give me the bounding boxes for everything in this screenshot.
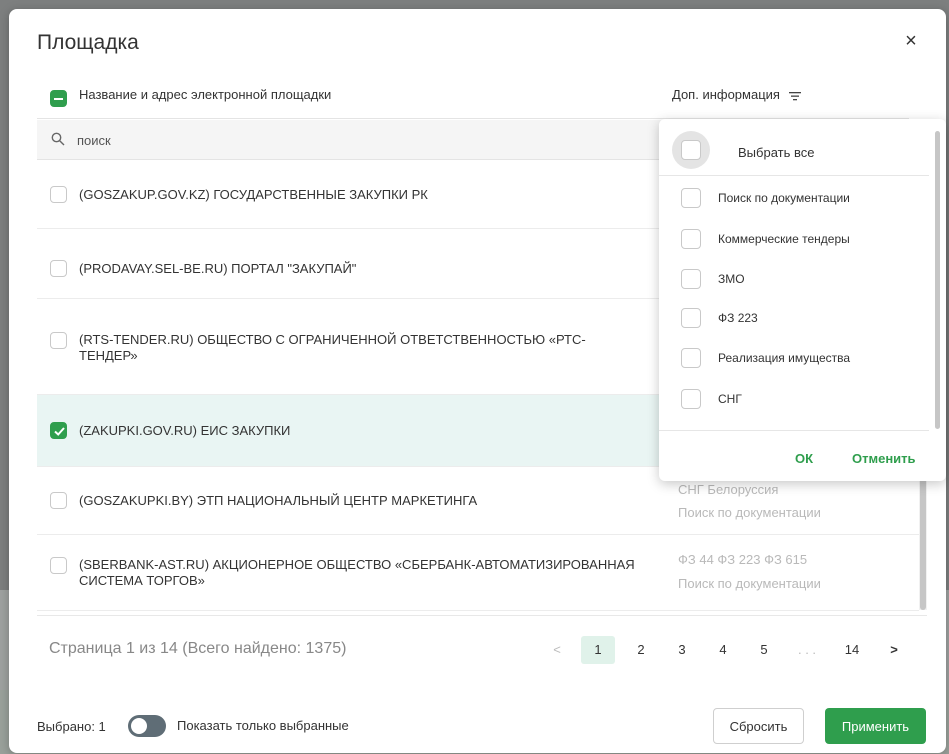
page-info: Страница 1 из 14 (Всего найдено: 1375) [49, 640, 347, 657]
filter-option-label: ФЗ 223 [718, 311, 758, 325]
page-button-5[interactable]: 5 [754, 636, 774, 664]
dropdown-divider [659, 430, 929, 431]
filter-option-checkbox[interactable] [681, 269, 701, 289]
filter-option[interactable]: Реализация имущества [659, 338, 929, 378]
filter-option-label: Реализация имущества [718, 351, 851, 365]
toggle-knob [131, 718, 147, 734]
row-tags: Поиск по документации [678, 505, 821, 520]
filter-option[interactable]: ФЗ 223 [659, 298, 929, 338]
column-info-label: Доп. информация [672, 87, 780, 102]
page-button-4[interactable]: 4 [713, 636, 733, 664]
filter-option[interactable]: СНГ [659, 379, 929, 419]
modal-title: Площадка [37, 31, 139, 54]
page-button-1[interactable]: 1 [581, 636, 615, 664]
row-name: (GOSZAKUPKI.BY) ЭТП НАЦИОНАЛЬНЫЙ ЦЕНТР М… [79, 493, 478, 508]
row-tags: ФЗ 44 ФЗ 223 ФЗ 615 [678, 552, 808, 567]
row-name: (ZAKUPKI.GOV.RU) ЕИС ЗАКУПКИ [79, 423, 291, 438]
filter-option-label: Поиск по документации [718, 191, 850, 205]
modal-footer: Выбрано: 1 Показать только выбранные Сбр… [9, 697, 946, 753]
apply-button[interactable]: Применить [825, 708, 926, 744]
row-name: (PRODAVAY.SEL-BE.RU) ПОРТАЛ "ЗАКУПАЙ" [79, 261, 357, 276]
select-all-label: Выбрать все [738, 145, 815, 160]
filter-option[interactable]: ЗМО [659, 259, 929, 299]
next-page-button[interactable]: > [884, 636, 904, 664]
close-icon[interactable]: × [901, 31, 921, 51]
filter-option-label: Коммерческие тендеры [718, 232, 850, 246]
row-name: (GOSZAKUP.GOV.KZ) ГОСУДАРСТВЕННЫЕ ЗАКУПК… [79, 187, 428, 202]
filter-option-label: СНГ [718, 392, 742, 406]
reset-button[interactable]: Сбросить [713, 708, 804, 744]
column-info-header[interactable]: Доп. информация [672, 87, 801, 102]
row-tags: Поиск по документации [678, 576, 821, 591]
row-name: (RTS-TENDER.RU) ОБЩЕСТВО С ОГРАНИЧЕННОЙ … [79, 332, 586, 363]
page-button-2[interactable]: 2 [631, 636, 651, 664]
search-input[interactable] [77, 128, 577, 152]
select-all-checkbox[interactable] [681, 140, 701, 160]
pagination: Страница 1 из 14 (Всего найдено: 1375) <… [37, 615, 927, 683]
selected-count: Выбрано: 1 [37, 719, 106, 734]
filter-option-checkbox[interactable] [681, 348, 701, 368]
column-name-header: Название и адрес электронной площадки [79, 87, 332, 102]
page-button-3[interactable]: 3 [672, 636, 692, 664]
filter-option-checkbox[interactable] [681, 389, 701, 409]
prev-page-button[interactable]: < [547, 636, 567, 664]
dropdown-ok-button[interactable]: ОК [795, 451, 813, 466]
info-filter-dropdown: Выбрать все Поиск по документации Коммер… [659, 119, 946, 481]
select-all-checkbox[interactable] [50, 90, 67, 107]
row-name: (SBERBANK-AST.RU) АКЦИОНЕРНОЕ ОБЩЕСТВО «… [79, 557, 635, 588]
row-checkbox[interactable] [50, 332, 67, 349]
filter-option-label: ЗМО [718, 272, 745, 286]
row-tags: СНГ Белоруссия [678, 482, 779, 497]
filter-option-checkbox[interactable] [681, 229, 701, 249]
show-selected-toggle[interactable] [128, 715, 166, 737]
select-all-option[interactable]: Выбрать все [659, 119, 929, 176]
toggle-label: Показать только выбранные [177, 718, 349, 733]
filter-option[interactable]: Поиск по документации [659, 178, 929, 218]
filter-option-checkbox[interactable] [681, 308, 701, 328]
filter-option[interactable]: Коммерческие тендеры [659, 219, 929, 259]
filter-icon[interactable] [788, 91, 801, 101]
table-header: Название и адрес электронной площадки До… [37, 79, 909, 119]
row-checkbox-checked[interactable] [50, 422, 67, 439]
table-row[interactable]: (SBERBANK-AST.RU) АКЦИОНЕРНОЕ ОБЩЕСТВО «… [37, 535, 919, 611]
filter-option-checkbox[interactable] [681, 188, 701, 208]
page-ellipsis: . . . [797, 642, 817, 657]
dropdown-scrollbar[interactable] [935, 131, 940, 429]
row-checkbox[interactable] [50, 186, 67, 203]
row-checkbox[interactable] [50, 260, 67, 277]
dropdown-cancel-button[interactable]: Отменить [852, 451, 916, 466]
search-icon [51, 132, 65, 146]
row-checkbox[interactable] [50, 557, 67, 574]
check-icon [54, 427, 65, 436]
page-button-14[interactable]: 14 [840, 636, 864, 664]
row-checkbox[interactable] [50, 492, 67, 509]
